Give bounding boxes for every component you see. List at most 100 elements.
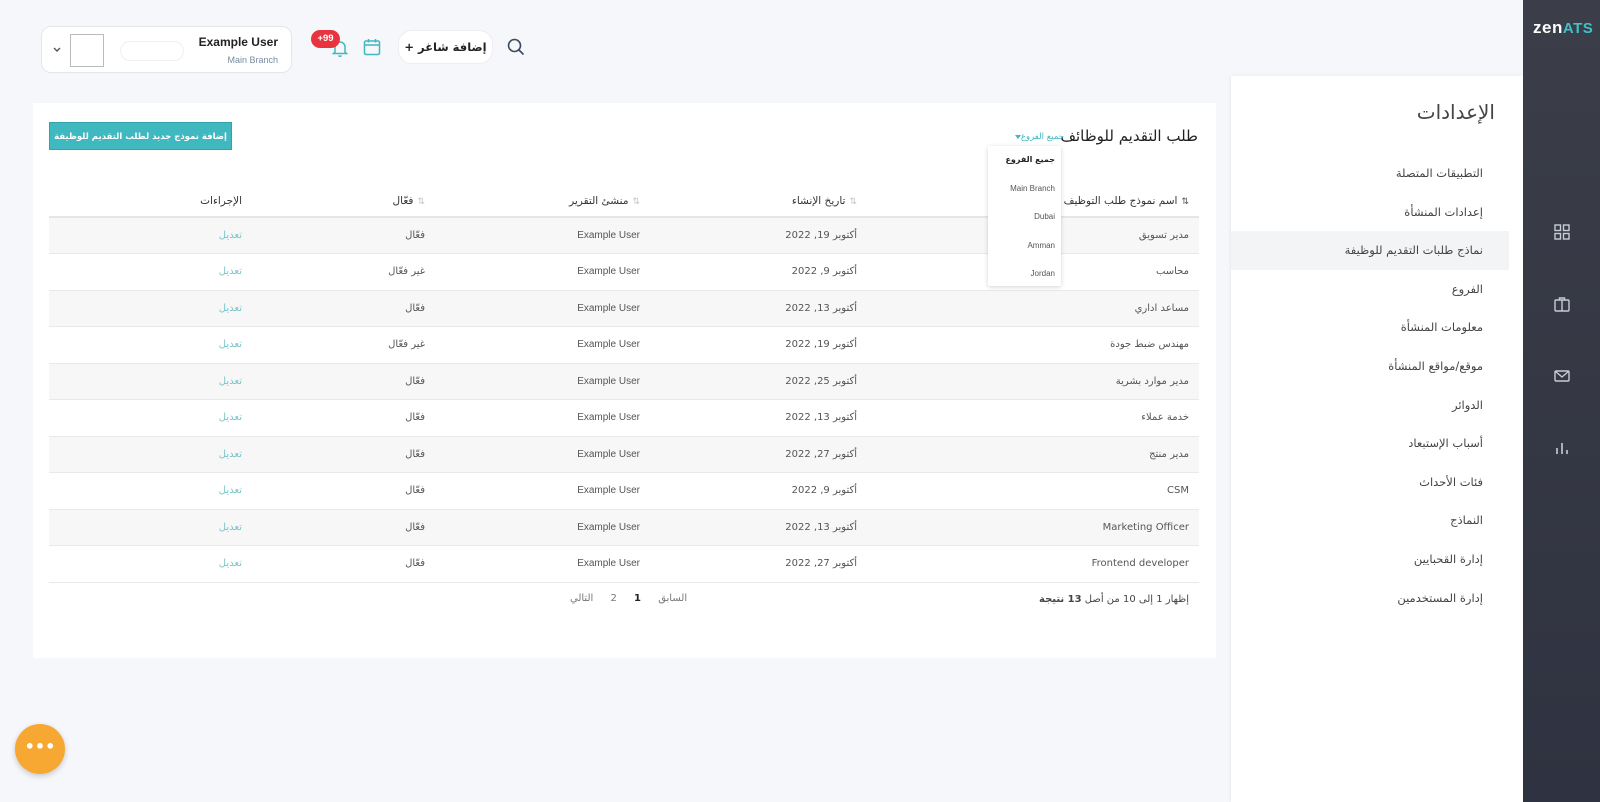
sidebar-item-branches[interactable]: الفروع <box>1231 270 1509 309</box>
status-cell-text: فعّال <box>405 448 425 460</box>
actions-cell: تعديل <box>49 545 242 583</box>
sidebar-item-templates[interactable]: النماذج <box>1231 501 1509 540</box>
creator-cell: Example User <box>425 545 640 583</box>
pagination-prev[interactable]: السابق <box>658 593 687 604</box>
creator-cell: Example User <box>425 326 640 364</box>
column-header-created-date[interactable]: ⇅تاريخ الإنشاء <box>640 185 857 218</box>
status-cell: فعّال <box>242 217 425 254</box>
bar-chart-icon[interactable] <box>1552 438 1572 458</box>
status-cell-text: فعّال <box>405 302 425 314</box>
created-date-cell: أكتوبر 27, 2022 <box>640 436 857 473</box>
more-actions-button[interactable]: ••• <box>15 724 65 774</box>
column-header-active[interactable]: ⇅فعّال <box>242 185 425 218</box>
status-cell: فعّال <box>242 509 425 546</box>
sidebar-item-company-info[interactable]: معلومات المنشأة <box>1231 308 1509 347</box>
pagination: التالي 2 1 السابق <box>563 593 694 604</box>
app-logo[interactable]: zenATS <box>1533 18 1595 38</box>
dropdown-option-jordan[interactable]: Jordan <box>988 260 1061 289</box>
table-row: Frontend developer أكتوبر 27, 2022 Example… <box>49 545 1199 583</box>
status-cell: غير فعّال <box>242 326 425 364</box>
created-date-cell-text: أكتوبر 27, 2022 <box>785 448 857 460</box>
page-title: طلب التقديم للوظائف <box>1060 127 1198 145</box>
actions-cell: تعديل <box>49 326 242 364</box>
sidebar-item-connected-apps[interactable]: التطبيقات المتصلة <box>1231 154 1509 193</box>
user-switcher[interactable]: Example User Main Branch <box>41 26 292 73</box>
pagination-page-1[interactable]: 1 <box>634 593 641 604</box>
avatar <box>70 34 104 67</box>
table-row: CSM أكتوبر 9, 2022 Example User فعّال تعديل <box>49 472 1199 510</box>
company-logo <box>120 41 184 61</box>
pagination-next[interactable]: التالي <box>570 593 593 604</box>
creator-cell-text: Example User <box>577 375 640 387</box>
pagination-page-2[interactable]: 2 <box>610 593 616 604</box>
settings-title: الإعدادات <box>1416 100 1495 124</box>
column-header-creator[interactable]: ⇅منشئ التقرير <box>425 185 640 218</box>
form-name-cell-text: مدير تسويق <box>1138 230 1189 241</box>
edit-link[interactable]: تعديل <box>219 376 242 387</box>
created-date-cell-text: أكتوبر 27, 2022 <box>785 558 857 570</box>
edit-link[interactable]: تعديل <box>219 449 242 460</box>
calendar-icon[interactable] <box>362 37 382 57</box>
branch-dropdown-menu: جميع الفروع Main Branch Dubai Amman Jord… <box>988 146 1061 286</box>
sidebar-item-departments[interactable]: الدوائر <box>1231 386 1509 425</box>
user-branch: Main Branch <box>227 55 278 65</box>
form-name-cell: مدير موارد بشرية <box>857 363 1199 400</box>
notification-badge: +99 <box>311 30 340 48</box>
dropdown-option-main-branch[interactable]: Main Branch <box>988 175 1061 204</box>
edit-link[interactable]: تعديل <box>219 485 242 496</box>
created-date-cell-text: أكتوبر 19, 2022 <box>785 339 857 351</box>
created-date-cell: أكتوبر 27, 2022 <box>640 545 857 583</box>
settings-sidebar: الإعدادات التطبيقات المتصلة إعدادات المن… <box>1231 76 1523 802</box>
add-application-form-button[interactable]: إضافة نموذج جديد لطلب التقديم للوظيفة <box>49 122 232 150</box>
status-cell: فعّال <box>242 436 425 473</box>
created-date-cell-text: أكتوبر 13, 2022 <box>785 302 857 314</box>
dropdown-option-dubai[interactable]: Dubai <box>988 203 1061 232</box>
mail-icon[interactable] <box>1552 366 1572 386</box>
sidebar-item-application-forms[interactable]: نماذج طلبات التقديم للوظيفة <box>1231 231 1509 270</box>
dashboard-grid-icon[interactable] <box>1552 222 1572 242</box>
user-name: Example User <box>198 35 278 49</box>
sidebar-item-user-management[interactable]: إدارة المستخدمين <box>1231 579 1509 618</box>
branch-filter-dropdown[interactable]: جميع الفروع <box>1012 132 1064 142</box>
creator-cell-text: Example User <box>577 339 640 351</box>
form-name-cell-text: مهندس ضبط جودة <box>1110 339 1189 351</box>
briefcase-icon[interactable] <box>1552 294 1572 314</box>
sidebar-item-event-categories[interactable]: فئات الأحداث <box>1231 463 1509 502</box>
form-name-cell-text: مدير منتج <box>1149 448 1189 460</box>
edit-link[interactable]: تعديل <box>219 266 242 277</box>
sidebar-item-rejection-reasons[interactable]: أسباب الإستبعاد <box>1231 424 1509 463</box>
created-date-cell-text: أكتوبر 9, 2022 <box>791 266 857 278</box>
creator-cell: Example User <box>425 253 640 291</box>
actions-cell: تعديل <box>49 436 242 473</box>
table-row: مساعد اداري أكتوبر 13, 2022 Example User فع… <box>49 290 1199 327</box>
actions-cell: تعديل <box>49 253 242 291</box>
form-name-cell-text: محاسب <box>1155 266 1189 278</box>
creator-cell-text: Example User <box>577 521 640 533</box>
search-icon[interactable] <box>506 37 526 57</box>
app-rail: zenATS <box>1523 0 1600 802</box>
dropdown-option-amman[interactable]: Amman <box>988 232 1061 261</box>
table-row: Marketing Officer أكتوبر 13, 2022 Example … <box>49 509 1199 546</box>
status-cell: فعّال <box>242 290 425 327</box>
creator-cell: Example User <box>425 509 640 546</box>
edit-link[interactable]: تعديل <box>219 522 242 533</box>
table-row: خدمة عملاء أكتوبر 13, 2022 Example User فعّ… <box>49 399 1199 437</box>
edit-link[interactable]: تعديل <box>219 230 242 241</box>
edit-link[interactable]: تعديل <box>219 558 242 569</box>
edit-link[interactable]: تعديل <box>219 412 242 423</box>
created-date-cell-text: أكتوبر 9, 2022 <box>791 485 857 497</box>
sidebar-item-pipeline-management[interactable]: إدارة القحبايين <box>1231 540 1509 579</box>
status-cell-text: فعّال <box>405 485 425 497</box>
created-date-cell: أكتوبر 13, 2022 <box>640 290 857 327</box>
created-date-cell-text: أكتوبر 13, 2022 <box>785 521 857 533</box>
sidebar-item-company-settings[interactable]: إعدادات المنشأة <box>1231 193 1509 232</box>
edit-link[interactable]: تعديل <box>219 339 242 350</box>
sidebar-item-locations[interactable]: موقع/مواقع المنشأة <box>1231 347 1509 386</box>
add-job-button[interactable]: + إضافة شاغر <box>398 30 493 64</box>
edit-link[interactable]: تعديل <box>219 303 242 314</box>
creator-cell: Example User <box>425 436 640 473</box>
created-date-cell: أكتوبر 9, 2022 <box>640 253 857 291</box>
created-date-cell-text: أكتوبر 13, 2022 <box>785 412 857 424</box>
created-date-cell: أكتوبر 9, 2022 <box>640 472 857 510</box>
dropdown-option-all-branches[interactable]: جميع الفروع <box>988 146 1061 175</box>
